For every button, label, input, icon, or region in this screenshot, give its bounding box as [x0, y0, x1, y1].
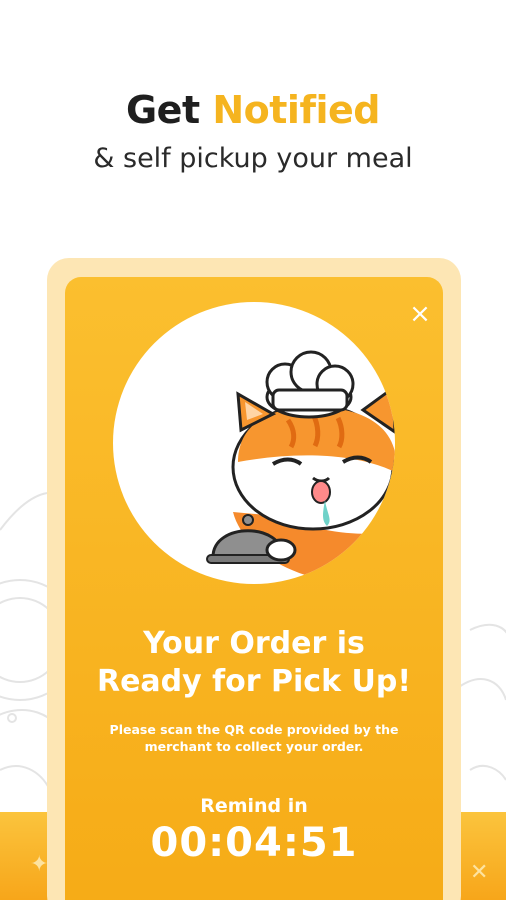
chef-cat-illustration [113, 302, 395, 584]
title-line-2: Ready for Pick Up! [96, 664, 412, 699]
page-subtitle: & self pickup your meal [93, 143, 413, 174]
headline-accent: Notified [212, 88, 380, 132]
remind-label: Remind in [200, 795, 308, 817]
page-headline: Get Notified [0, 88, 506, 132]
sparkle-icon: ✦ [30, 852, 49, 877]
headline-prefix: Get [125, 88, 200, 132]
title-line-1: Your Order is [143, 626, 365, 661]
order-ready-card: × Your Order is Ready for Pick Up! Pleas… [65, 277, 443, 900]
pickup-instructions: Please scan the QR code provided by the … [109, 722, 399, 754]
order-ready-title: Your Order is Ready for Pick Up! [65, 625, 443, 701]
sparkle-icon: ✕ [470, 860, 489, 885]
chef-cat-icon [206, 350, 395, 584]
close-icon[interactable]: × [405, 299, 435, 329]
countdown-timer: 00:04:51 [150, 820, 358, 866]
